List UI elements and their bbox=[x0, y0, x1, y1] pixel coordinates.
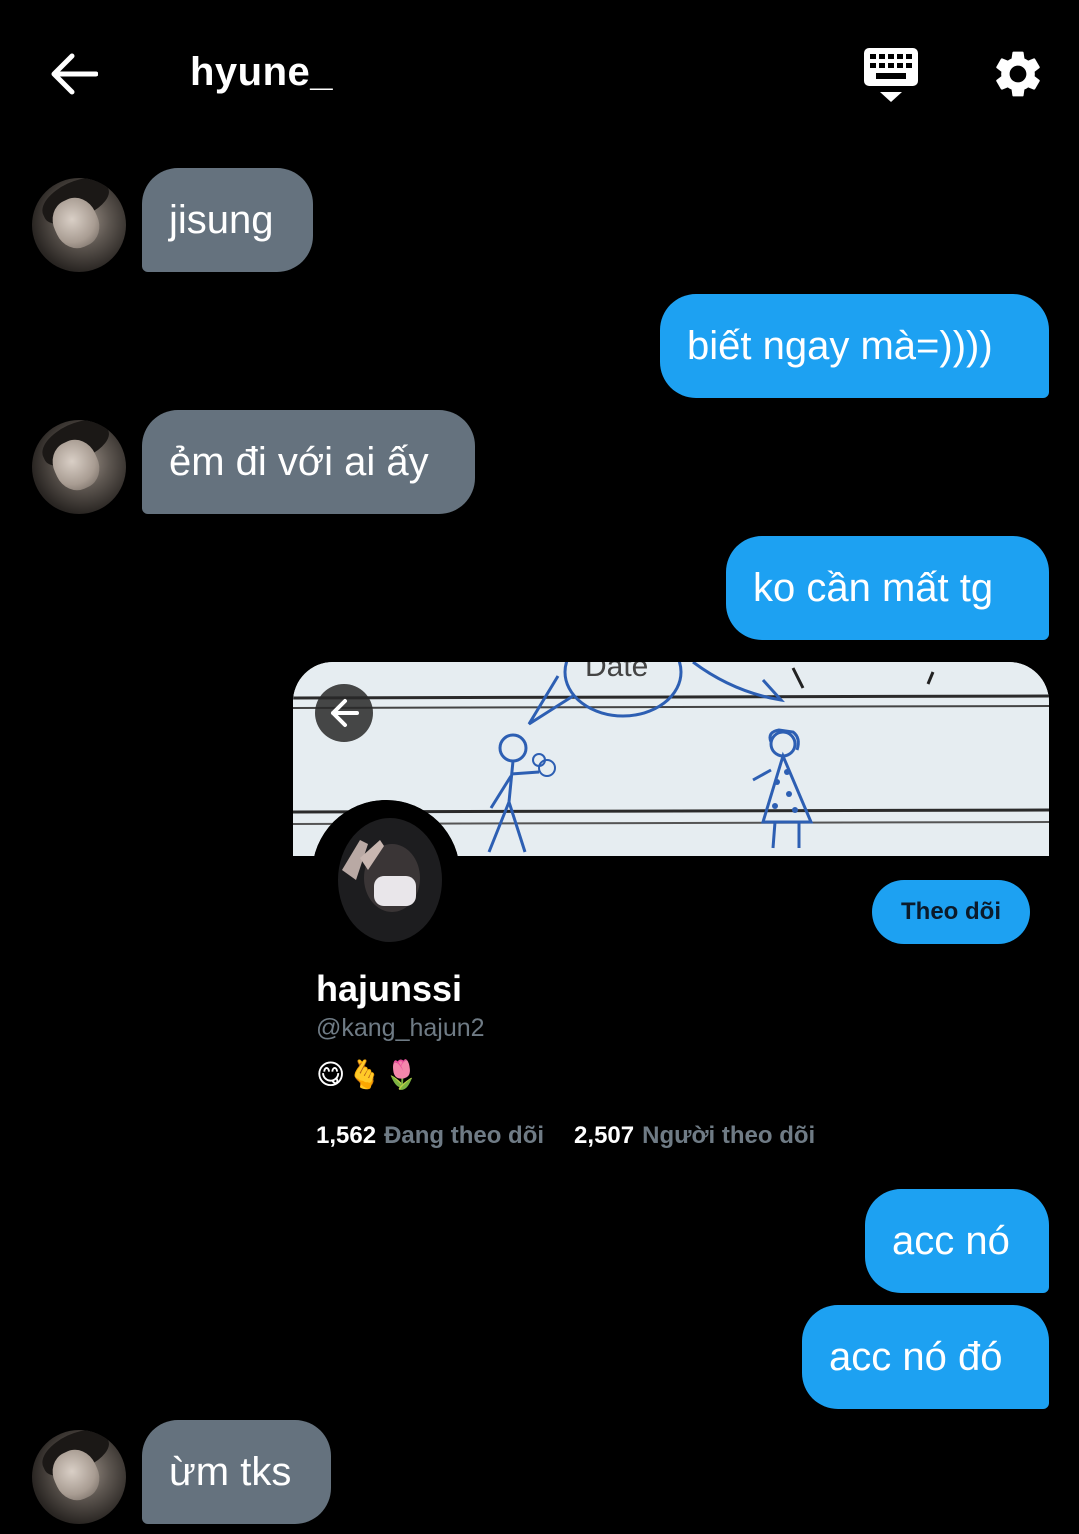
keyboard-button[interactable] bbox=[862, 46, 920, 104]
following-label[interactable]: Đang theo dõi bbox=[384, 1122, 544, 1150]
back-button[interactable] bbox=[50, 52, 99, 96]
profile-handle: @kang_hajun2 bbox=[316, 1014, 485, 1042]
message-bubble-incoming[interactable]: ẻm đi với ai ấy bbox=[142, 410, 475, 514]
arrow-left-icon bbox=[51, 53, 99, 95]
profile-name: hajunssi bbox=[316, 968, 463, 1009]
arrow-left-icon bbox=[331, 699, 359, 727]
gear-icon bbox=[996, 51, 1040, 97]
avatar[interactable] bbox=[32, 178, 126, 272]
conversation-title: hyune_ bbox=[190, 50, 334, 94]
bio-emoji: 😋 bbox=[316, 1059, 346, 1090]
bio-emoji: 🌷 bbox=[384, 1059, 419, 1090]
bio-emoji: 🫰 bbox=[347, 1059, 383, 1090]
profile-avatar[interactable] bbox=[312, 800, 460, 948]
message-bubble-outgoing[interactable]: ko cần mất tg bbox=[726, 536, 1049, 640]
message-bubble-outgoing[interactable]: biết ngay mà=)))) bbox=[660, 294, 1049, 398]
keyboard-icon bbox=[864, 48, 918, 102]
message-bubble-incoming[interactable]: jisung bbox=[142, 168, 313, 272]
message-bubble-outgoing[interactable]: acc nó bbox=[865, 1189, 1049, 1293]
message-bubble-outgoing[interactable]: acc nó đó bbox=[802, 1305, 1049, 1409]
followers-label[interactable]: Người theo dõi bbox=[642, 1122, 815, 1150]
avatar[interactable] bbox=[32, 420, 126, 514]
follow-button[interactable]: Theo dõi bbox=[872, 880, 1030, 944]
avatar[interactable] bbox=[32, 1430, 126, 1524]
profile-bio: 😋 🫰 🌷 bbox=[316, 1058, 419, 1091]
banner-date-text: Date bbox=[585, 662, 648, 683]
message-bubble-incoming[interactable]: ừm tks bbox=[142, 1420, 331, 1524]
followers-count: 2,507 bbox=[574, 1122, 635, 1149]
profile-stats: 1,562 Đang theo dõi 2,507 Người theo dõi bbox=[316, 1122, 815, 1150]
following-count: 1,562 bbox=[316, 1122, 377, 1149]
settings-button[interactable] bbox=[990, 46, 1046, 102]
card-back-button[interactable] bbox=[315, 684, 373, 742]
